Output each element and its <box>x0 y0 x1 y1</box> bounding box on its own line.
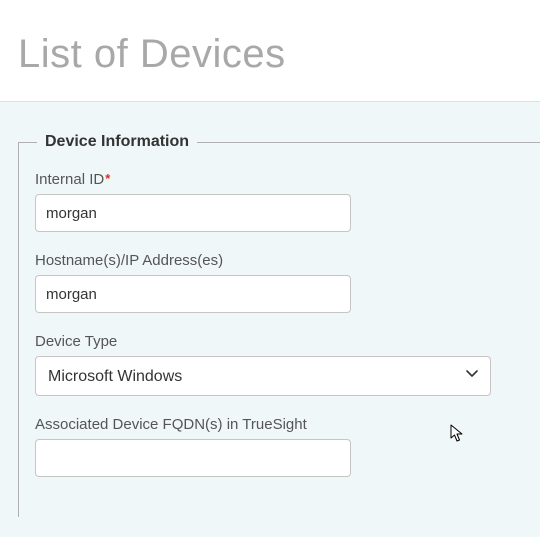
device-information-fieldset: Device Information Internal ID* Hostname… <box>18 142 540 517</box>
device-type-label: Device Type <box>35 333 524 350</box>
required-asterisk: * <box>105 171 110 186</box>
device-type-field: Device Type Microsoft Windows <box>35 333 524 396</box>
hostnames-input[interactable] <box>35 275 351 313</box>
device-type-select[interactable]: Microsoft Windows <box>35 356 491 396</box>
fqdn-field: Associated Device FQDN(s) in TrueSight <box>35 416 524 477</box>
hostnames-label: Hostname(s)/IP Address(es) <box>35 252 524 269</box>
page-title: List of Devices <box>0 0 540 101</box>
internal-id-label: Internal ID* <box>35 171 524 188</box>
internal-id-field: Internal ID* <box>35 171 524 232</box>
internal-id-input[interactable] <box>35 194 351 232</box>
content-area: Device Information Internal ID* Hostname… <box>0 101 540 537</box>
fqdn-input[interactable] <box>35 439 351 477</box>
fqdn-label: Associated Device FQDN(s) in TrueSight <box>35 416 524 433</box>
internal-id-label-text: Internal ID <box>35 171 104 188</box>
device-type-select-wrapper: Microsoft Windows <box>35 356 491 396</box>
hostnames-field: Hostname(s)/IP Address(es) <box>35 252 524 313</box>
fieldset-legend: Device Information <box>37 133 197 151</box>
